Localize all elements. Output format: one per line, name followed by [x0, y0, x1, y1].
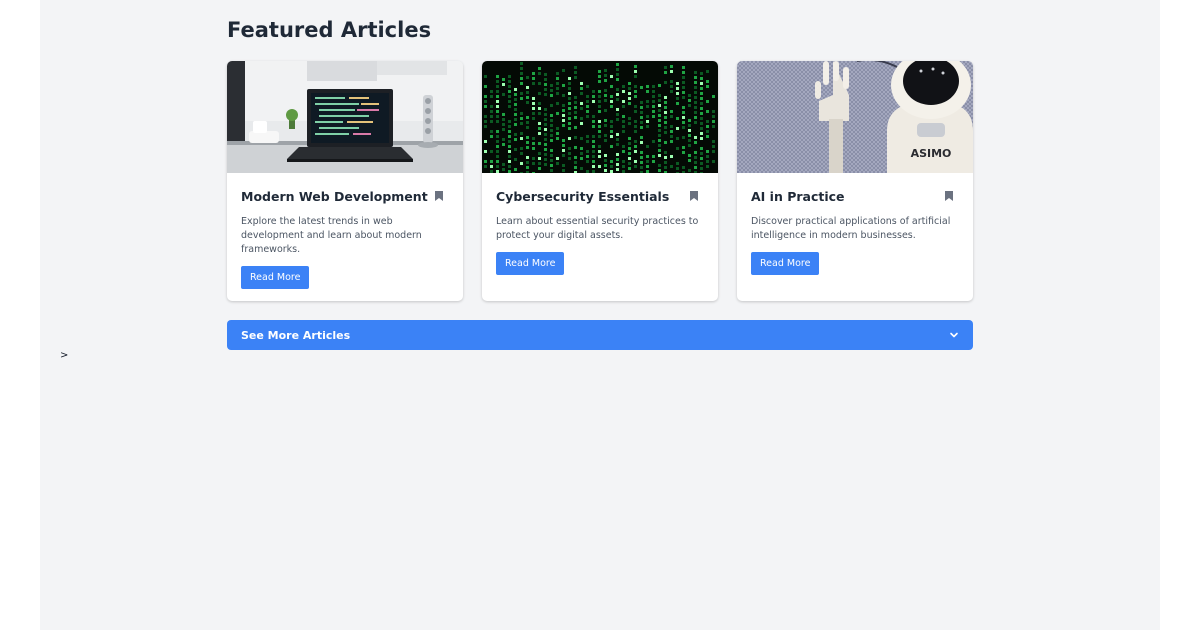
card-title-row: AI in Practice — [751, 187, 959, 205]
articles-grid: Modern Web Development Explore the lates… — [227, 61, 973, 301]
featured-articles-section: Featured Articles Modern Web Development… — [227, 14, 973, 350]
card-title-row: Cybersecurity Essentials — [496, 187, 704, 205]
section-title: Featured Articles — [227, 18, 432, 42]
card-body: Cybersecurity Essentials Learn about ess… — [482, 173, 718, 275]
card-title: Modern Web Development — [241, 188, 428, 204]
matrix-code-image — [482, 61, 718, 173]
card-description: Learn about essential security practices… — [496, 216, 699, 241]
chevron-down-icon — [950, 332, 958, 338]
article-card: Cybersecurity Essentials Learn about ess… — [482, 61, 718, 301]
read-more-button[interactable]: Read More — [496, 252, 565, 275]
bookmark-icon[interactable] — [690, 191, 698, 201]
card-title: AI in Practice — [751, 188, 845, 204]
article-card: ASIMO AI in Practice Discover practical … — [737, 61, 973, 301]
robot-label: ASIMO — [911, 147, 952, 160]
read-more-button[interactable]: Read More — [241, 266, 310, 289]
see-more-articles-button[interactable]: See More Articles — [227, 320, 973, 350]
stray-text: > — [60, 350, 69, 361]
laptop-code-image — [227, 61, 463, 173]
card-body: Modern Web Development Explore the lates… — [227, 173, 463, 289]
bookmark-icon[interactable] — [435, 191, 443, 201]
card-title-row: Modern Web Development — [241, 187, 449, 205]
robot-image: ASIMO — [737, 61, 973, 173]
card-description: Explore the latest trends in web develop… — [241, 216, 422, 255]
card-body: AI in Practice Discover practical applic… — [737, 173, 973, 275]
bookmark-icon[interactable] — [945, 191, 953, 201]
article-card: Modern Web Development Explore the lates… — [227, 61, 463, 301]
see-more-label: See More Articles — [241, 328, 351, 342]
read-more-button[interactable]: Read More — [751, 252, 820, 275]
card-description: Discover practical applications of artif… — [751, 216, 951, 241]
card-title: Cybersecurity Essentials — [496, 188, 670, 204]
